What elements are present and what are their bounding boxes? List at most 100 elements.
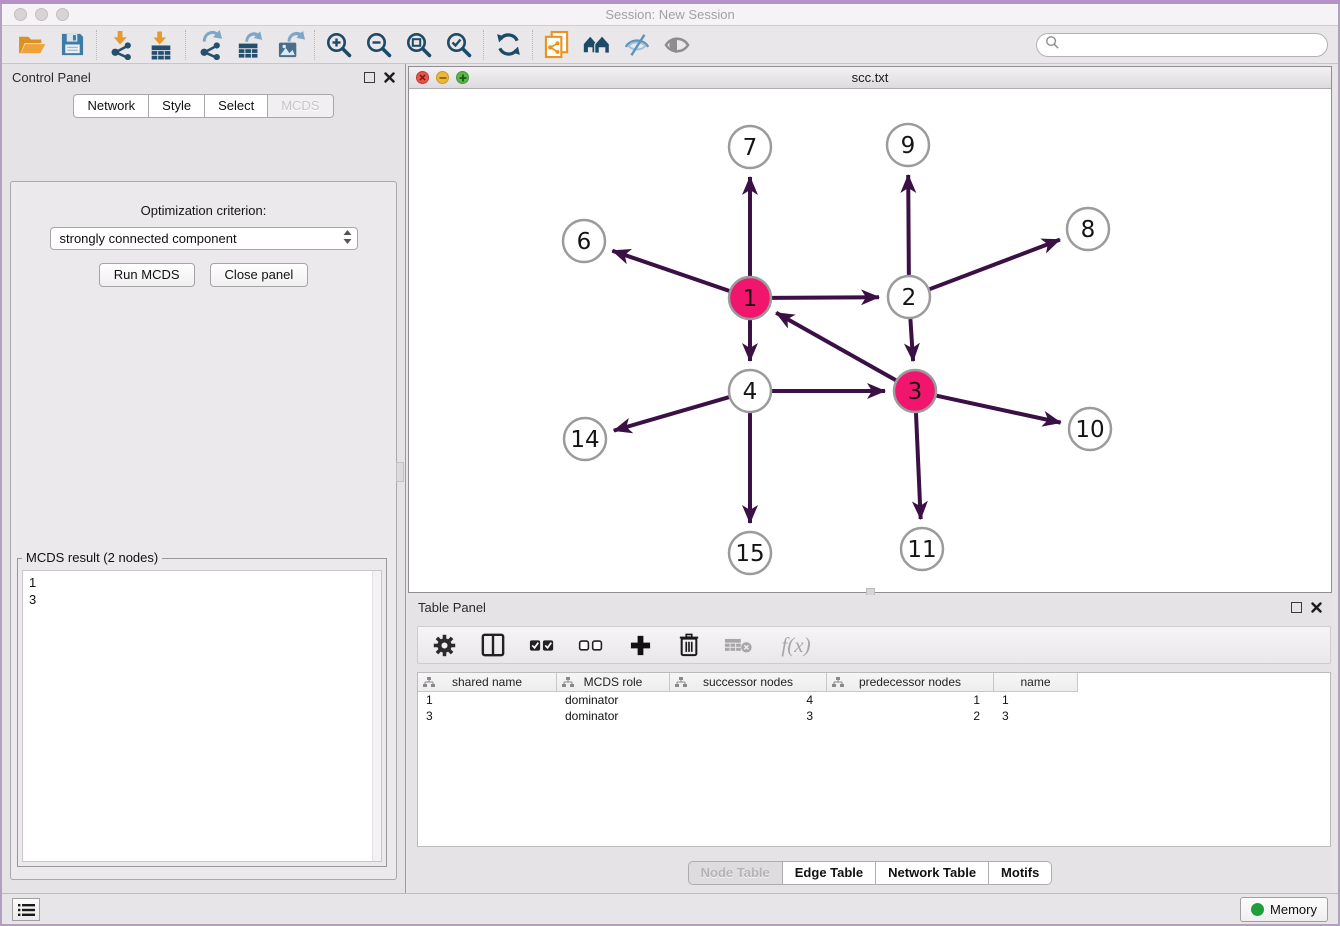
cell-name[interactable]: 3 (994, 708, 1078, 724)
table-row[interactable]: 1 dominator 4 1 1 (418, 692, 1330, 708)
tab-node-table[interactable]: Node Table (688, 861, 782, 885)
tab-mcds[interactable]: MCDS (267, 94, 333, 118)
column-header-predecessor-nodes[interactable]: predecessor nodes (827, 673, 994, 692)
graph-node-10[interactable]: 10 (1069, 408, 1111, 450)
split-view-icon[interactable] (479, 630, 507, 660)
tab-style[interactable]: Style (148, 94, 204, 118)
graph-node-label: 10 (1075, 417, 1104, 443)
graph-edge-1-2[interactable] (772, 297, 879, 298)
zoom-selected-icon[interactable] (439, 28, 479, 62)
graph-edge-3-1[interactable] (776, 313, 896, 380)
settings-gear-icon[interactable] (430, 630, 458, 660)
search-box[interactable] (1036, 33, 1328, 57)
table-toolbar: f(x) (417, 626, 1331, 664)
refresh-icon[interactable] (488, 28, 528, 62)
graph-edge-3-10[interactable] (936, 396, 1060, 423)
graph-edge-1-6[interactable] (612, 251, 729, 291)
tab-network-table[interactable]: Network Table (875, 861, 988, 885)
fx-label: f(x) (781, 633, 810, 658)
export-image-icon[interactable] (270, 28, 310, 62)
show-all-icon[interactable] (657, 28, 697, 62)
close-panel-button[interactable]: Close panel (210, 263, 309, 287)
cell-mcds-role[interactable]: dominator (557, 692, 670, 708)
mcds-result-textarea[interactable]: 1 3 (22, 570, 382, 862)
cell-predecessor-nodes[interactable]: 1 (827, 692, 994, 708)
table-row[interactable]: 3 dominator 3 2 3 (418, 708, 1330, 724)
graph-node-3[interactable]: 3 (894, 370, 936, 412)
search-input[interactable] (1060, 35, 1327, 55)
network-window-titlebar[interactable]: scc.txt (409, 67, 1331, 89)
graph-node-9[interactable]: 9 (887, 124, 929, 166)
select-all-icon[interactable] (528, 630, 556, 660)
add-column-icon[interactable] (626, 630, 654, 660)
new-network-from-file-icon[interactable] (537, 28, 577, 62)
run-mcds-button[interactable]: Run MCDS (99, 263, 195, 287)
table-panel: Table Panel f(x) (408, 595, 1332, 893)
panel-splitter[interactable] (405, 64, 406, 893)
column-header-successor-nodes[interactable]: successor nodes (670, 673, 827, 692)
float-panel-icon[interactable] (364, 72, 375, 83)
network-canvas[interactable]: 7 9 6 8 1 2 4 3 14 10 15 11 (409, 89, 1331, 593)
cell-shared-name[interactable]: 3 (418, 708, 557, 724)
tab-edge-table[interactable]: Edge Table (782, 861, 875, 885)
graph-node-8[interactable]: 8 (1067, 208, 1109, 250)
cell-name[interactable]: 1 (994, 692, 1078, 708)
graph-node-label: 6 (577, 229, 592, 255)
export-table-icon[interactable] (230, 28, 270, 62)
tab-motifs[interactable]: Motifs (988, 861, 1052, 885)
splitter-grip[interactable] (396, 462, 404, 482)
graph-node-1[interactable]: 1 (729, 277, 771, 319)
graph-node-6[interactable]: 6 (563, 220, 605, 262)
graph-edge-3-11[interactable] (916, 413, 921, 519)
graph-node-4[interactable]: 4 (729, 370, 771, 412)
tab-select[interactable]: Select (204, 94, 267, 118)
close-panel-icon[interactable] (384, 72, 395, 83)
import-table-icon[interactable] (141, 28, 181, 62)
cell-successor-nodes[interactable]: 4 (670, 692, 827, 708)
select-stepper-icon (342, 229, 353, 248)
control-panel-tabs: Network Style Select MCDS (2, 94, 405, 118)
task-history-button[interactable] (12, 898, 40, 921)
optimization-criterion-select[interactable]: strongly connected component (50, 227, 358, 250)
zoom-fit-icon[interactable] (399, 28, 439, 62)
zoom-out-icon[interactable] (359, 28, 399, 62)
hide-selected-icon[interactable] (617, 28, 657, 62)
cell-predecessor-nodes[interactable]: 2 (827, 708, 994, 724)
graph-node-15[interactable]: 15 (729, 532, 771, 574)
float-table-panel-icon[interactable] (1291, 602, 1302, 613)
open-folder-icon[interactable] (12, 28, 52, 62)
memory-button[interactable]: Memory (1240, 897, 1328, 922)
column-header-name[interactable]: name (994, 673, 1078, 692)
network-window-title: scc.txt (409, 70, 1331, 85)
hierarchy-icon (423, 677, 435, 691)
graph-node-2[interactable]: 2 (888, 276, 930, 318)
save-icon[interactable] (52, 28, 92, 62)
graph-edge-2-3[interactable] (910, 319, 913, 361)
deselect-all-icon[interactable] (577, 630, 605, 660)
toolbar-separator (96, 30, 97, 60)
result-scrollbar[interactable] (372, 571, 381, 861)
graph-edge-2-9[interactable] (908, 175, 909, 275)
optimization-criterion-label: Optimization criterion: (11, 203, 396, 218)
column-header-mcds-role[interactable]: MCDS role (557, 673, 670, 692)
graph-node-14[interactable]: 14 (564, 418, 606, 460)
tab-network[interactable]: Network (73, 94, 148, 118)
graph-node-11[interactable]: 11 (901, 528, 943, 570)
column-header-shared-name[interactable]: shared name (418, 673, 557, 692)
graph-node-7[interactable]: 7 (729, 126, 771, 168)
graph-edge-2-8[interactable] (930, 240, 1060, 290)
cell-shared-name[interactable]: 1 (418, 692, 557, 708)
import-network-icon[interactable] (101, 28, 141, 62)
zoom-in-icon[interactable] (319, 28, 359, 62)
export-network-icon[interactable] (190, 28, 230, 62)
delete-column-icon[interactable] (675, 630, 703, 660)
first-neighbors-icon[interactable] (577, 28, 617, 62)
hierarchy-icon (832, 677, 844, 691)
cell-successor-nodes[interactable]: 3 (670, 708, 827, 724)
mcds-buttons-row: Run MCDS Close panel (11, 263, 396, 287)
mcds-result-title: MCDS result (2 nodes) (22, 550, 162, 565)
cell-mcds-role[interactable]: dominator (557, 708, 670, 724)
close-table-panel-icon[interactable] (1311, 602, 1322, 613)
function-builder-icon: f(x) (773, 630, 819, 660)
graph-edge-4-14[interactable] (614, 397, 729, 430)
